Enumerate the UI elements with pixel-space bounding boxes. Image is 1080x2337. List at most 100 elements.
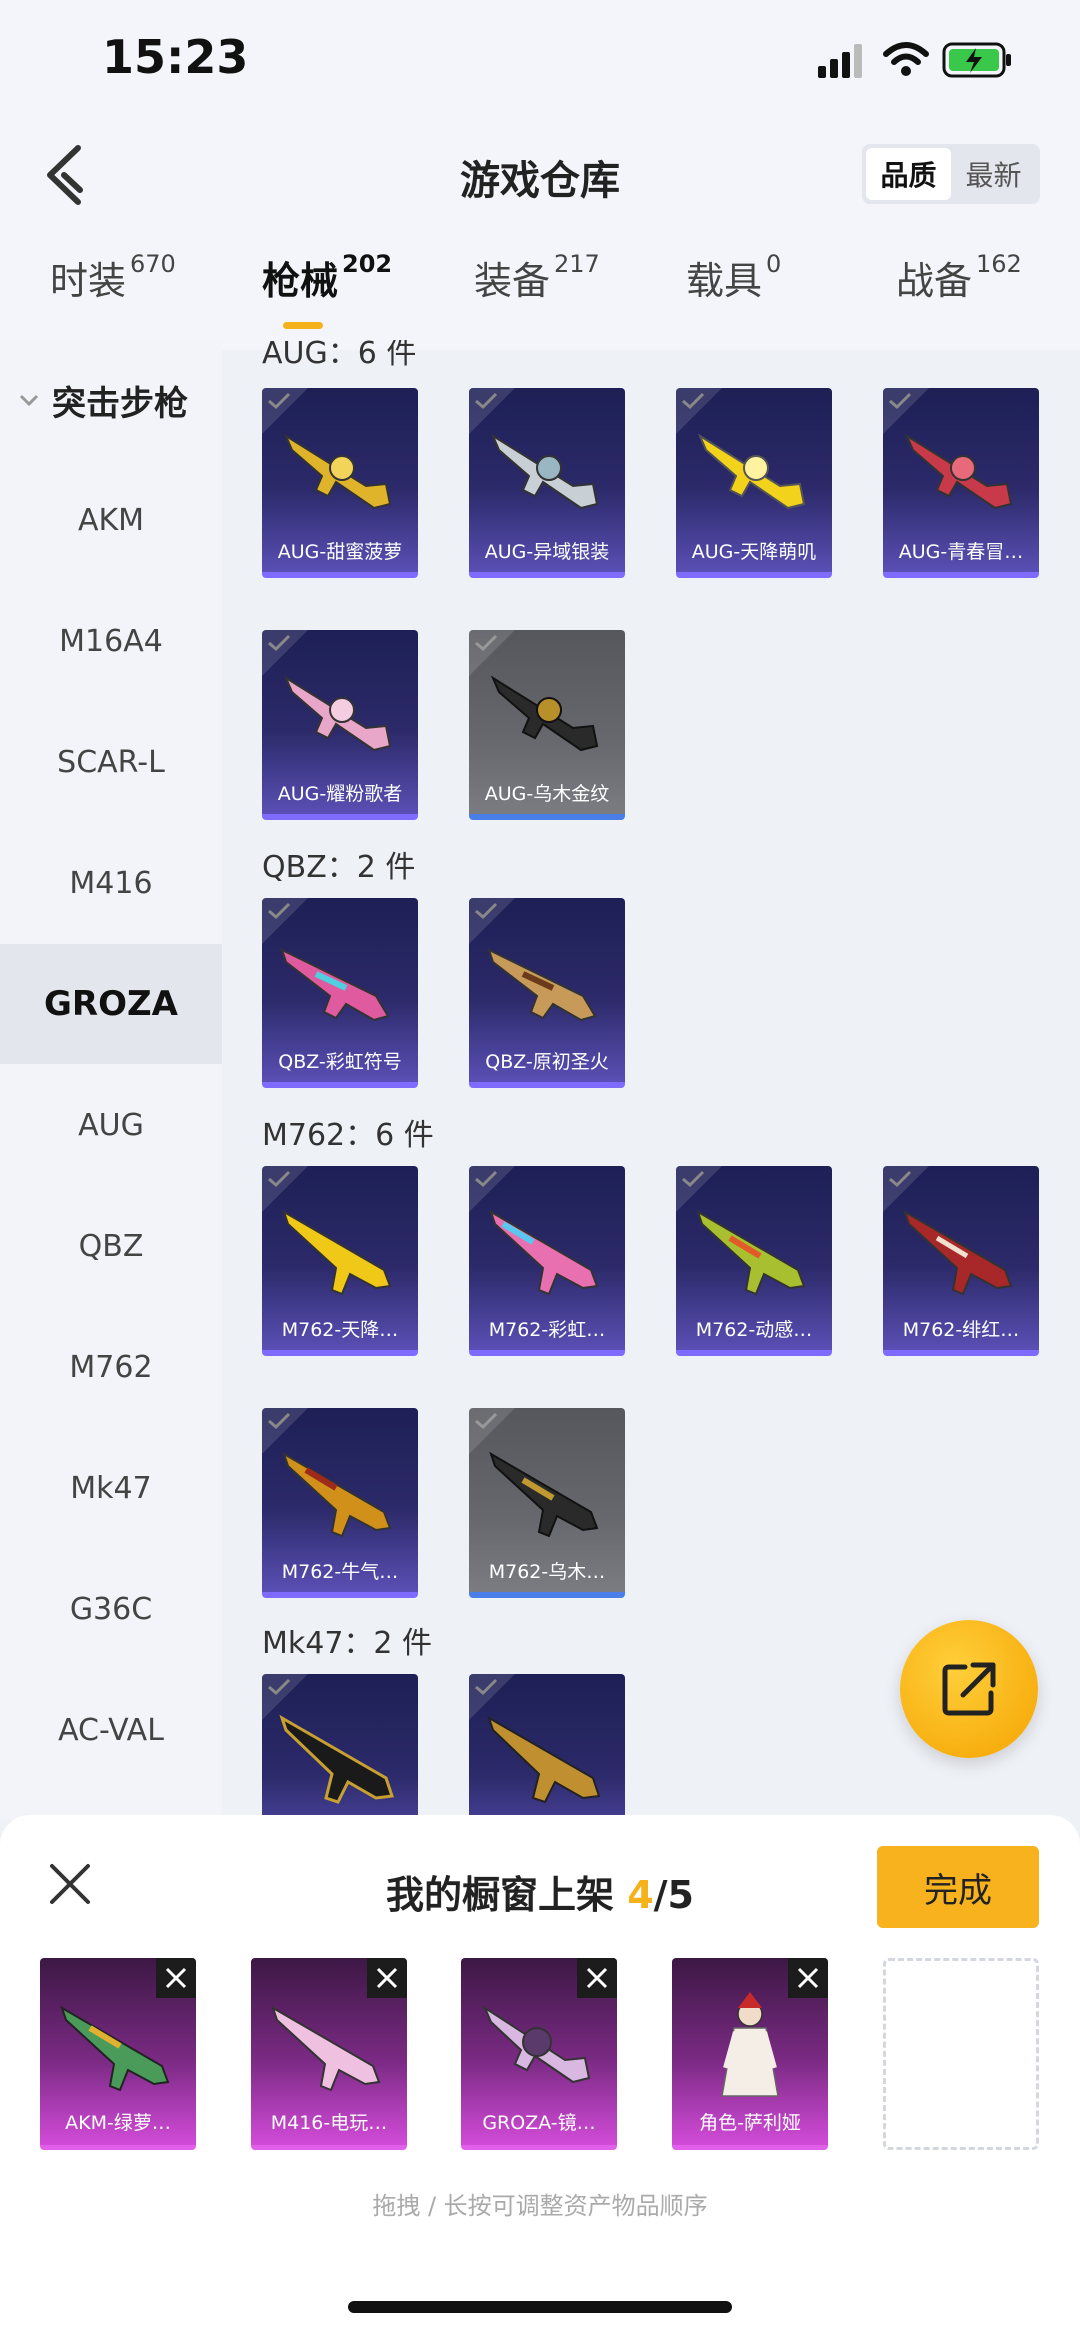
remove-slot-button[interactable] (788, 1958, 828, 1998)
tab-label: 时装 (50, 259, 127, 303)
gun-skin-image (696, 1209, 806, 1296)
item-card[interactable]: AUG-甜蜜菠萝 (262, 388, 418, 578)
share-button[interactable] (900, 1620, 1038, 1758)
remove-slot-button[interactable] (577, 1958, 617, 1998)
item-card[interactable]: AUG-异域银装 (469, 388, 625, 578)
tab-equipment[interactable]: 装备 217 (474, 250, 600, 305)
share-icon (942, 1662, 996, 1716)
sidebar-item-qbz[interactable]: QBZ (0, 1186, 222, 1306)
item-card[interactable]: M762-牛气… (262, 1408, 418, 1598)
item-label: M762-绯红… (902, 1319, 1020, 1341)
active-tab-indicator (283, 322, 323, 329)
group-title-m762: M762：6 件 (262, 1118, 434, 1153)
gun-skin-image (283, 675, 392, 752)
sidebar-item-scar-l[interactable]: SCAR-L (0, 702, 222, 822)
tab-label: 载具 (686, 259, 763, 303)
sidebar-item-aug[interactable]: AUG (0, 1065, 222, 1185)
item-card[interactable]: AUG-耀粉歌者 (262, 630, 418, 820)
close-icon (797, 1967, 819, 1989)
item-label: AUG-乌木金纹 (484, 783, 610, 805)
gun-skin-image (482, 2005, 591, 2084)
gun-skin-image (903, 1209, 1013, 1296)
group-title-qbz: QBZ：2 件 (262, 850, 416, 885)
sidebar-item-groza[interactable]: GROZA (0, 944, 222, 1064)
home-indicator (348, 2301, 732, 2313)
battery-icon (942, 42, 1011, 78)
item-card[interactable]: M762-动感… (676, 1166, 832, 1356)
checkmark-icon (475, 1170, 498, 1188)
item-label: AUG-青春冒… (898, 541, 1024, 563)
sidebar-item-mk47[interactable]: Mk47 (0, 1428, 222, 1548)
showcase-slot[interactable]: GROZA-镜… (461, 1958, 617, 2150)
gun-skin-image (489, 1209, 599, 1296)
tab-combat-gear[interactable]: 战备 162 (896, 250, 1022, 305)
item-label: M762-动感… (695, 1319, 813, 1341)
remove-slot-button[interactable] (156, 1958, 196, 1998)
checkmark-icon (475, 392, 498, 410)
sidebar-item-ac-val[interactable]: AC-VAL (0, 1670, 222, 1790)
category-tabs: 时装 670 枪械 202 装备 217 载具 0 战备 162 (0, 250, 1080, 340)
tab-fashion[interactable]: 时装 670 (50, 250, 176, 305)
item-card[interactable]: M762-乌木… (469, 1408, 625, 1598)
item-card[interactable]: M762-彩虹… (469, 1166, 625, 1356)
slot-label: M416-电玩… (270, 2112, 388, 2134)
tab-count: 217 (554, 250, 600, 278)
wifi-icon (883, 42, 929, 76)
tab-count: 0 (766, 250, 782, 278)
gun-skin-image (280, 948, 390, 1022)
item-label: AUG-异域银装 (484, 541, 610, 563)
showcase-title-text: 我的橱窗上架 (385, 1873, 628, 1917)
item-card[interactable]: AUG-青春冒… (883, 388, 1039, 578)
item-label: M762-天降… (281, 1319, 399, 1341)
item-card[interactable]: AUG-乌木金纹 (469, 630, 625, 820)
sidebar-item-m416[interactable]: M416 (0, 823, 222, 943)
showcase-slot[interactable]: 角色-萨利娅 (672, 1958, 828, 2150)
item-card[interactable] (262, 1674, 418, 1820)
item-card[interactable]: AUG-天降萌叽 (676, 388, 832, 578)
empty-showcase-slot[interactable] (883, 1958, 1039, 2150)
checkmark-icon (682, 1170, 705, 1188)
item-card[interactable] (469, 1674, 625, 1820)
sidebar-item-akm[interactable]: AKM (0, 460, 222, 580)
gun-skin-image (489, 1451, 599, 1538)
showcase-slot[interactable]: AKM-绿萝… (40, 1958, 196, 2150)
item-card[interactable]: M762-天降… (262, 1166, 418, 1356)
checkmark-icon (268, 634, 291, 652)
sidebar: 突击步枪 AKM M16A4 SCAR-L M416 GROZA AUG QBZ… (0, 340, 222, 1820)
gun-skin-image (271, 2005, 381, 2092)
sidebar-item-m16a4[interactable]: M16A4 (0, 581, 222, 701)
sort-quality-button[interactable]: 品质 (866, 148, 951, 200)
status-time: 15:23 (102, 30, 249, 84)
slot-label: GROZA-镜… (482, 2112, 596, 2134)
item-label: M762-牛气… (281, 1561, 399, 1583)
item-grid: AUG：6 件 AUG-甜蜜菠萝 AUG-异域银装 AUG-天降萌叽 AUG-青… (222, 340, 1080, 1820)
group-title-mk47: Mk47：2 件 (262, 1626, 433, 1661)
checkmark-icon (268, 1678, 291, 1696)
sidebar-item-g36c[interactable]: G36C (0, 1549, 222, 1669)
item-label: AUG-耀粉歌者 (277, 783, 403, 805)
item-label: AUG-天降萌叽 (691, 541, 817, 563)
item-card[interactable]: M762-绯红… (883, 1166, 1039, 1356)
done-button[interactable]: 完成 (877, 1846, 1039, 1928)
reorder-hint: 拖拽 / 长按可调整资产物品顺序 (372, 2192, 708, 2220)
gun-skin-image (60, 2005, 170, 2092)
sort-toggle: 品质 最新 (862, 144, 1040, 204)
item-label: QBZ-彩虹符号 (278, 1051, 402, 1073)
tab-count: 162 (976, 250, 1022, 278)
tab-guns[interactable]: 枪械 202 (262, 250, 392, 305)
tab-vehicles[interactable]: 载具 0 (686, 250, 781, 305)
sort-newest-button[interactable]: 最新 (951, 148, 1036, 200)
remove-slot-button[interactable] (367, 1958, 407, 1998)
gun-skin-image (487, 1715, 601, 1804)
signal-icon (818, 44, 862, 78)
item-card[interactable]: QBZ-彩虹符号 (262, 898, 418, 1088)
sidebar-heading[interactable]: 突击步枪 (0, 370, 222, 430)
item-card[interactable]: QBZ-原初圣火 (469, 898, 625, 1088)
checkmark-icon (889, 1170, 912, 1188)
item-label: QBZ-原初圣火 (485, 1051, 609, 1073)
checkmark-icon (682, 392, 705, 410)
tab-count: 670 (130, 250, 176, 278)
checkmark-icon (268, 902, 291, 920)
sidebar-item-m762[interactable]: M762 (0, 1307, 222, 1427)
showcase-slot[interactable]: M416-电玩… (251, 1958, 407, 2150)
